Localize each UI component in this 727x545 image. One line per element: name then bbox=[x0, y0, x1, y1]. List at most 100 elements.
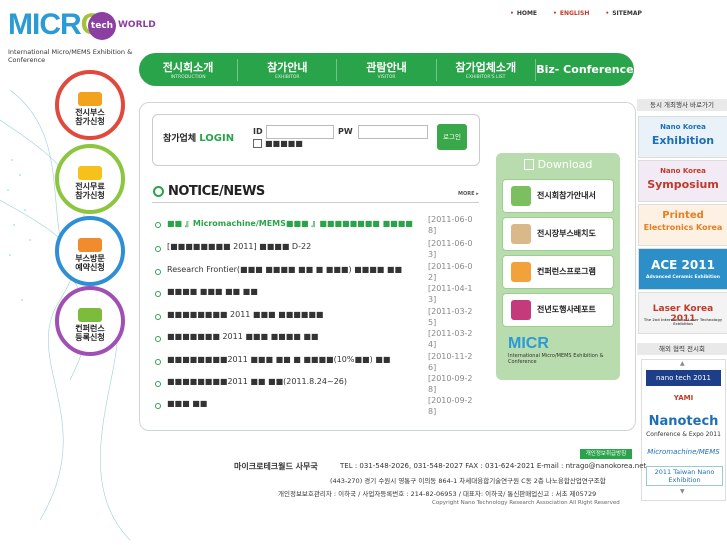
event-banner-ace-2011[interactable]: ACE 2011 Advanced Ceramic Exhibition bbox=[638, 248, 727, 290]
report-icon bbox=[511, 300, 531, 320]
util-sitemap-link[interactable]: • SITEMAP bbox=[605, 10, 642, 17]
logo-world-text: WORLD bbox=[118, 20, 156, 30]
document-icon bbox=[78, 92, 102, 106]
sidebar-partners-title: 해외 협력 전시회 bbox=[637, 343, 727, 355]
notice-item[interactable]: ■■■■ ■■■ ■■ ■■ [2011-04-13] bbox=[155, 284, 480, 307]
notice-item[interactable]: [■■■■■■■■ 2011] ■■■■ D-22 [2011-06-03] bbox=[155, 239, 480, 262]
event-banner-printed-electronics[interactable]: Printed Electronics Korea bbox=[638, 204, 727, 246]
nav-label: 전시회소개 bbox=[162, 61, 214, 74]
download-logo-text: MICR bbox=[508, 335, 549, 352]
nav-item-biz-conference[interactable]: Biz- Conference bbox=[536, 59, 634, 81]
bullet-icon bbox=[155, 246, 161, 252]
conference-registration-button[interactable]: 컨퍼런스 등록신청 bbox=[55, 286, 125, 356]
event-banner-nano-korea-symposium[interactable]: Nano Korea Symposium bbox=[638, 160, 727, 202]
notice-item-title[interactable]: ■■■■■■■ 2011 ■■■ ■■■■ ■■ bbox=[167, 332, 422, 341]
notice-item-title[interactable]: Research Frontier(■■■ ■■■■ ■■ ■ ■■■) ■■■… bbox=[167, 265, 422, 274]
download-exhibit-guide[interactable]: 전시회참가안내서 bbox=[502, 179, 614, 213]
id-input[interactable] bbox=[266, 125, 334, 139]
notice-item-date: [2010-09-28] bbox=[428, 374, 473, 394]
partner-conference-expo[interactable]: Conference & Expo 2011 bbox=[646, 431, 721, 438]
notice-item-title[interactable]: ■■■■■■■■2011 ■■■ ■■ ■ ■■■■(10%■■) ■■ bbox=[167, 355, 422, 364]
partner-nanotech-expo[interactable]: Nanotech bbox=[646, 414, 721, 429]
nav-item-exhibitor[interactable]: 참가안내 EXHIBITOR bbox=[238, 58, 338, 81]
nav-item-exhibitors-list[interactable]: 참가업체소개 EXHIBITOR'S LIST bbox=[437, 58, 536, 81]
download-logo: MICR International Micro/MEMS Exhibition… bbox=[508, 335, 620, 365]
notice-item-title[interactable]: ■■■■■■■■ 2011 ■■■ ■■■■■■ bbox=[167, 310, 422, 319]
nav-label: 참가안내 bbox=[267, 61, 308, 74]
visit-reservation-label: 부스방문 예약신청 bbox=[75, 254, 105, 272]
partner-micromachine-mems[interactable]: Micromachine/MEMS bbox=[646, 448, 721, 456]
notice-item-title[interactable]: ■■■■■■■■2011 ■■ ■■(2011.8.24~26) bbox=[167, 377, 422, 386]
notice-item[interactable]: Research Frontier(■■■ ■■■■ ■■ ■ ■■■) ■■■… bbox=[155, 262, 480, 285]
util-english-link[interactable]: • ENGLISH bbox=[553, 10, 589, 17]
download-header: Download bbox=[496, 153, 620, 175]
divider bbox=[152, 202, 479, 203]
download-booth-layout[interactable]: 전시장부스배치도 bbox=[502, 217, 614, 251]
scroll-up-icon[interactable]: ▲ bbox=[680, 360, 685, 367]
nav-label: 관람안내 bbox=[366, 61, 407, 74]
nav-label: 참가업체소개 bbox=[455, 61, 517, 74]
notice-item[interactable]: ■■ 』Micromachine/MEMS■■■ 』■■■■■■■■ ■■■■ [… bbox=[155, 215, 480, 238]
floor-plan-icon bbox=[511, 224, 531, 244]
save-id-checkbox[interactable]: ■■■■■ bbox=[253, 139, 303, 148]
event-line2: Exhibition bbox=[651, 134, 715, 147]
notice-item-date: [2011-03-25] bbox=[428, 307, 473, 327]
nav-item-visitor[interactable]: 관람안내 VISITOR bbox=[337, 58, 437, 81]
download-icon bbox=[523, 158, 534, 170]
notice-item[interactable]: ■■■■■■■ 2011 ■■■ ■■■■ ■■ [2011-03-24] bbox=[155, 329, 480, 352]
notice-item[interactable]: ■■■ ■■ [2010-09-28] bbox=[155, 396, 480, 419]
id-label: ID bbox=[253, 127, 263, 136]
notice-item-date: [2011-06-02] bbox=[428, 262, 473, 282]
notice-item-date: [2010-11-26] bbox=[428, 352, 473, 372]
scroll-down-icon[interactable]: ▼ bbox=[680, 488, 685, 495]
bullet-icon bbox=[155, 403, 161, 409]
notice-item-title[interactable]: ■■■■ ■■■ ■■ ■■ bbox=[167, 287, 422, 296]
bullet-icon bbox=[155, 269, 161, 275]
bullet-icon bbox=[155, 359, 161, 365]
checkbox-icon[interactable] bbox=[253, 139, 262, 148]
site-logo[interactable]: MICRO tech WORLD International Micro/MEM… bbox=[6, 6, 156, 64]
partner-yami[interactable]: YAMI bbox=[646, 394, 721, 402]
nav-label: Biz- Conference bbox=[536, 63, 634, 76]
util-home-link[interactable]: • HOME bbox=[510, 10, 537, 17]
download-item-label: 전년도행사레포트 bbox=[537, 305, 596, 314]
event-line1: ACE 2011 bbox=[651, 258, 715, 272]
notice-item-title[interactable]: ■■■ ■■ bbox=[167, 399, 422, 408]
notice-item-date: [2011-03-24] bbox=[428, 329, 473, 349]
download-item-label: 전시회참가안내서 bbox=[537, 191, 596, 200]
event-line2: The 2nd International Laser Technology E… bbox=[643, 318, 723, 326]
event-line2: Advanced Ceramic Exhibition bbox=[646, 275, 720, 280]
pw-input[interactable] bbox=[358, 125, 428, 139]
footer-contact: TEL : 031-548-2026, 031-548-2027 FAX : 0… bbox=[340, 462, 647, 470]
visit-reservation-button[interactable]: 부스방문 예약신청 bbox=[55, 216, 125, 286]
utility-nav: • HOME • ENGLISH • SITEMAP bbox=[510, 10, 642, 17]
conference-registration-label: 컨퍼런스 등록신청 bbox=[75, 324, 105, 342]
download-conference-program[interactable]: 컨퍼런스프로그램 bbox=[502, 255, 614, 289]
notice-item[interactable]: ■■■■■■■■2011 ■■ ■■(2011.8.24~26) [2010-09… bbox=[155, 374, 480, 397]
privacy-policy-link[interactable]: 개인정보취급방침 bbox=[580, 449, 632, 459]
download-last-year-report[interactable]: 전년도행사레포트 bbox=[502, 293, 614, 327]
free-participation-button[interactable]: 전시무료 참가신청 bbox=[55, 144, 125, 214]
partner-nanotech-2011[interactable]: nano tech 2011 bbox=[646, 370, 721, 386]
program-icon bbox=[511, 262, 531, 282]
booth-application-button[interactable]: 전시부스 참가신청 bbox=[55, 70, 125, 140]
people-icon bbox=[78, 238, 102, 252]
login-button[interactable]: 로그인 bbox=[437, 124, 467, 150]
notice-item[interactable]: ■■■■■■■■ 2011 ■■■ ■■■■■■ [2011-03-25] bbox=[155, 307, 480, 330]
notice-item[interactable]: ■■■■■■■■2011 ■■■ ■■ ■ ■■■■(10%■■) ■■ [201… bbox=[155, 352, 480, 375]
event-line1: Nano Korea bbox=[660, 123, 706, 131]
partner-taiwan-nano[interactable]: 2011 Taiwan Nano Exhibition bbox=[646, 466, 723, 486]
notice-item-title[interactable]: [■■■■■■■■ 2011] ■■■■ D-22 bbox=[167, 242, 422, 251]
notice-item-title[interactable]: ■■ 』Micromachine/MEMS■■■ 』■■■■■■■■ ■■■■ bbox=[167, 218, 422, 229]
event-banner-laser-korea[interactable]: Laser Korea 2011 The 2nd International L… bbox=[638, 292, 727, 334]
event-banner-nano-korea-exhibition[interactable]: Nano Korea Exhibition bbox=[638, 116, 727, 158]
pencil-icon bbox=[78, 166, 102, 180]
nav-item-introduction[interactable]: 전시회소개 INTRODUCTION bbox=[139, 58, 239, 81]
sidebar-events-title: 동시 개최행사 바로가기 bbox=[637, 99, 727, 111]
notice-item-date: [2011-06-08] bbox=[428, 215, 473, 235]
pw-label: PW bbox=[338, 127, 353, 136]
download-item-label: 전시장부스배치도 bbox=[537, 229, 596, 238]
notice-more-link[interactable]: MORE ▸ bbox=[458, 191, 479, 197]
nav-sublabel: INTRODUCTION bbox=[170, 75, 206, 80]
notice-item-date: [2010-09-28] bbox=[428, 396, 473, 416]
